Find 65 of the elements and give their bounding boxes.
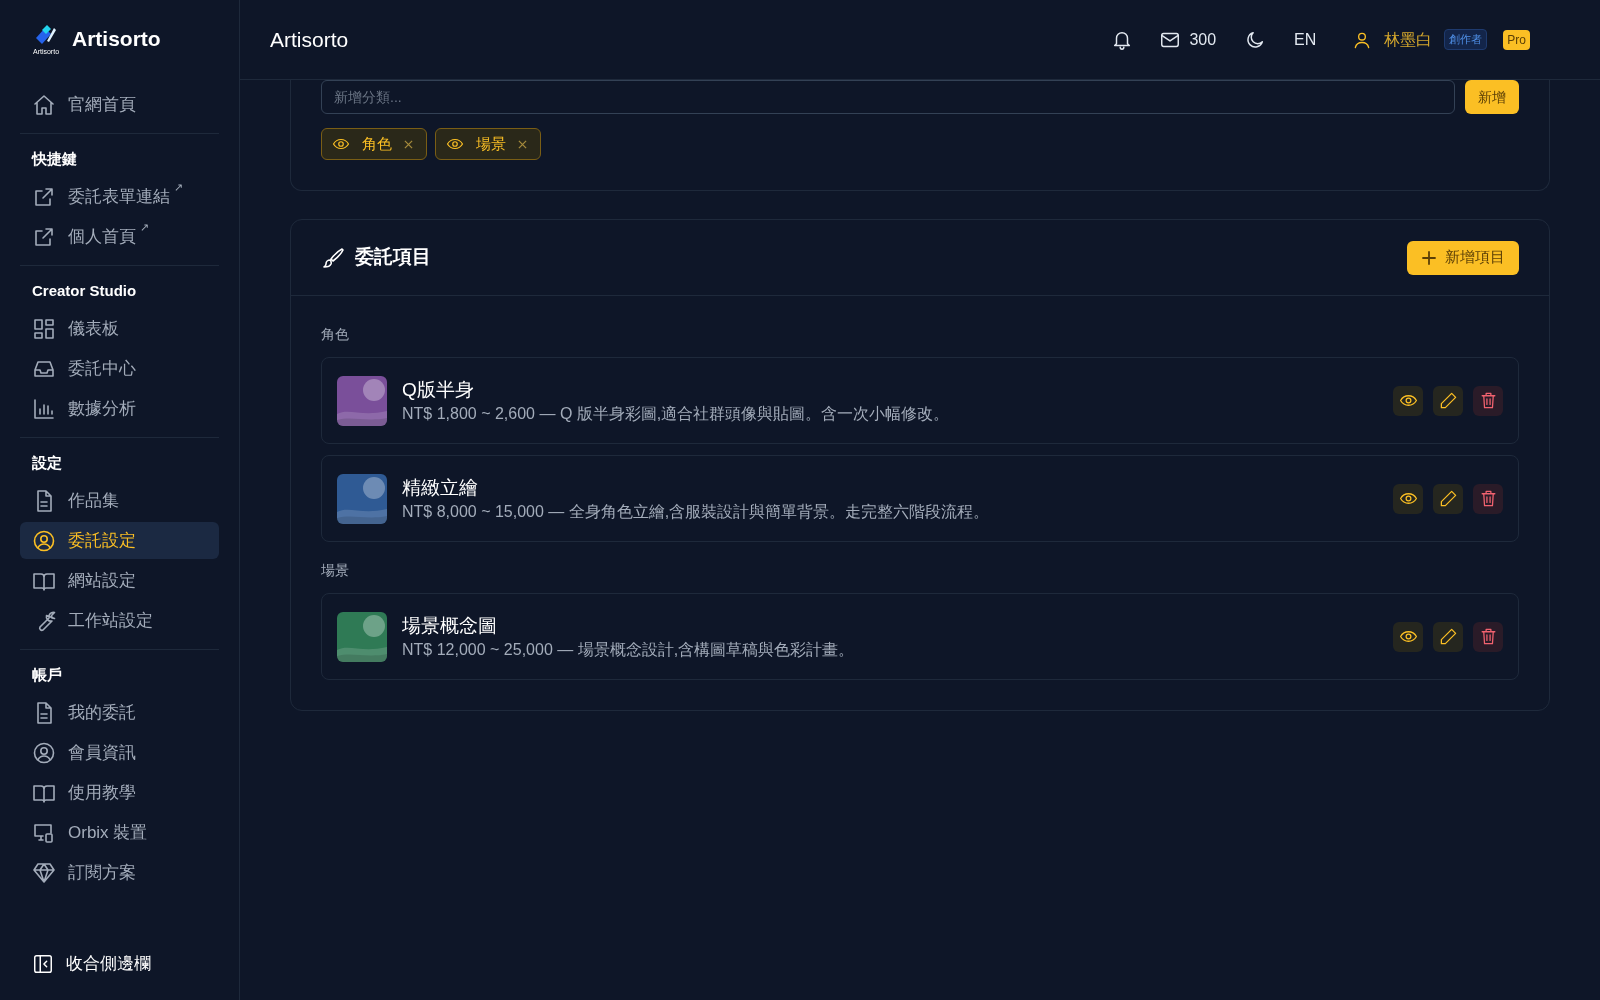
- diamond-icon: [32, 860, 56, 885]
- item-description: NT$ 12,000 ~ 25,000 — 場景概念設計,含構圖草稿與色彩計畫。: [402, 639, 855, 660]
- edit-button[interactable]: [1433, 483, 1463, 514]
- user-name: 林墨白: [1384, 29, 1433, 50]
- sidebar-item[interactable]: 數據分析: [20, 390, 219, 427]
- pencil-icon: [1438, 391, 1458, 410]
- dashboard-icon: [32, 316, 56, 341]
- sidebar-item[interactable]: 委託中心: [20, 350, 219, 387]
- role-badge: 創作者: [1444, 29, 1488, 50]
- category-input[interactable]: 新增分類...: [321, 80, 1455, 114]
- user-circle-icon: [32, 740, 56, 765]
- edit-button[interactable]: [1433, 621, 1463, 652]
- preview-button[interactable]: [1393, 483, 1423, 514]
- card-title: 委託項目: [355, 245, 431, 270]
- delete-button[interactable]: [1473, 483, 1503, 514]
- item-title: 精緻立繪: [402, 475, 479, 500]
- page-title: Artisorto: [270, 26, 349, 53]
- group-label: 角色: [321, 325, 350, 344]
- preview-button[interactable]: [1393, 385, 1423, 416]
- bar-chart-icon: [32, 396, 56, 421]
- preview-button[interactable]: [1393, 621, 1423, 652]
- collapse-icon: [32, 953, 54, 975]
- sidebar-item[interactable]: 個人首頁 $^{↗}$: [20, 218, 219, 255]
- sidebar-item[interactable]: 會員資訊: [20, 734, 219, 771]
- plus-icon: [1421, 249, 1437, 266]
- user-circle-icon: [32, 528, 56, 553]
- paintbrush-icon: [321, 245, 345, 270]
- add-item-button[interactable]: 新增項目: [1407, 240, 1519, 275]
- sidebar-item[interactable]: 訂閱方案: [20, 854, 219, 891]
- pencil-icon: [1438, 627, 1458, 646]
- messages-button[interactable]: 300: [1159, 27, 1217, 52]
- close-icon: [518, 139, 527, 149]
- sidebar-item[interactable]: 儀表板: [20, 310, 219, 347]
- brand-name: Artisorto: [72, 26, 161, 53]
- edit-button[interactable]: [1433, 385, 1463, 416]
- add-category-button[interactable]: 新增: [1465, 80, 1519, 114]
- plan-badge: Pro: [1503, 29, 1530, 50]
- tag-label: 場景: [476, 133, 506, 154]
- delete-button[interactable]: [1473, 621, 1503, 652]
- sidebar-item[interactable]: 工作站設定: [20, 602, 219, 639]
- section-heading: 快捷鍵: [30, 148, 78, 169]
- pencil-icon: [1438, 489, 1458, 508]
- sidebar-item[interactable]: 委託表單連結 $^{↗}$: [20, 178, 219, 215]
- item-title: Q版半身: [402, 377, 475, 402]
- sidebar-item[interactable]: Orbix 裝置: [20, 814, 219, 851]
- group-label: 場景: [321, 561, 350, 580]
- section-heading: Creator Studio: [31, 280, 138, 301]
- sidebar-item[interactable]: 使用教學: [20, 774, 219, 811]
- sidebar-item[interactable]: 委託設定: [20, 522, 219, 559]
- home-icon: [32, 92, 56, 117]
- item-title: 場景概念圖: [402, 613, 498, 638]
- section-heading: 設定: [31, 452, 63, 473]
- language-button[interactable]: EN: [1294, 27, 1317, 52]
- delete-button[interactable]: [1473, 385, 1503, 416]
- sidebar-item[interactable]: 作品集: [20, 482, 219, 519]
- section-heading: 帳戶: [31, 664, 63, 685]
- tag-label: 角色: [362, 133, 392, 154]
- sidebar-item[interactable]: 網站設定: [20, 562, 219, 599]
- sidebar-item[interactable]: 我的委託: [20, 694, 219, 731]
- collapse-sidebar-button[interactable]: 收合側邊欄: [20, 944, 219, 984]
- item-description: NT$ 8,000 ~ 15,000 — 全身角色立繪,含服裝設計與簡單背景。走完整六階段流程。: [402, 501, 990, 522]
- sidebar-item[interactable]: 官網首頁: [20, 86, 219, 123]
- user-menu[interactable]: 林墨白 創作者 Pro: [1352, 27, 1530, 52]
- item-description: NT$ 1,800 ~ 2,600 — Q 版半身彩圖,適合社群頭像與貼圖。含一次小幅修改。: [402, 403, 950, 424]
- close-icon: [404, 139, 413, 149]
